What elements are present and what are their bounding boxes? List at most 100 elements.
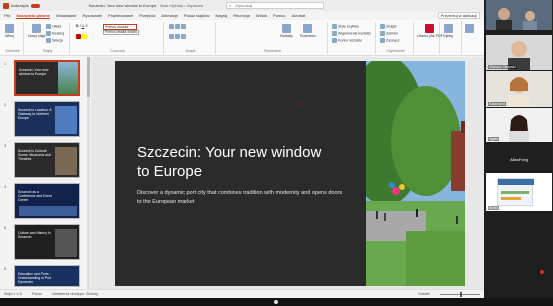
dictate-button[interactable]: Dyktuj (443, 24, 453, 38)
slide-title[interactable]: Szczecin: Your new window to Europe (137, 143, 337, 181)
thumb-map (55, 106, 77, 134)
tab-record[interactable]: Nagraj (215, 13, 227, 18)
slide-photo-park[interactable] (366, 61, 465, 286)
participant-name: Beata (488, 206, 500, 210)
tab-acrobat[interactable]: Acrobat (292, 13, 306, 18)
slide-subtitle[interactable]: Discover a dynamic port city that combin… (137, 189, 347, 207)
slide-thumbnail-6[interactable]: Education and Ports - Understanding of P… (14, 265, 80, 287)
shapes-icon (281, 24, 291, 33)
search-placeholder: Wyszukaj (235, 3, 253, 8)
file-name: Szczecin: Your new window to Europe (88, 3, 157, 8)
language-indicator[interactable]: Polski (32, 292, 42, 296)
select-label: Zaznacz (386, 38, 400, 43)
new-slide-icon (32, 24, 42, 33)
powerpoint-window: Autozapis Szczecin: Your new window to E… (0, 0, 484, 306)
tab-home[interactable]: Narzędzia główne (16, 13, 51, 19)
tab-design[interactable]: Projektowanie (108, 13, 133, 18)
arrange-button[interactable]: Rozmieść (300, 24, 316, 38)
accessibility-checker[interactable]: Ułatwienia dostępu: Zbadaj (52, 292, 98, 296)
shapes-gallery[interactable]: Kształty (280, 24, 293, 38)
slide-thumbnail-5[interactable]: Culture and History in Szczecin (14, 224, 80, 260)
paste-button[interactable]: Wklej (5, 24, 14, 38)
designer-icon (465, 24, 474, 33)
thumb-title: Szczecin's Cultural Scene: Museums and T… (18, 149, 51, 161)
participant-tile-5[interactable]: AllanFong (486, 143, 552, 173)
dictate-label: Dyktuj (443, 34, 453, 38)
present-button[interactable]: Prezentuj w aplikacji (437, 12, 480, 19)
highlight-icon (82, 34, 87, 39)
tab-help[interactable]: Pomoc (273, 13, 285, 18)
shape-fill-label: Wypełnienie kształtu (338, 31, 371, 36)
thumb-title: Szczecin: Your new window to Europe (19, 68, 49, 76)
thumb-photo (55, 147, 77, 175)
designer-button[interactable] (465, 24, 474, 34)
new-slide-button[interactable]: Nowy slajd (28, 24, 45, 38)
group-voice: Dyktuj (442, 22, 462, 54)
paste-label: Wklej (5, 34, 14, 38)
create-pdf-button[interactable]: Utwórz plik PDF (417, 24, 443, 38)
shape-fill-button[interactable]: Wypełnienie kształtu (332, 31, 371, 36)
thumb-photo (55, 229, 77, 257)
thumbnails-scrollbar[interactable] (87, 57, 90, 289)
quick-styles-label: Style szybkie (338, 24, 359, 29)
tab-animations[interactable]: Animacje (161, 13, 177, 18)
tab-file[interactable]: Plik (4, 13, 10, 18)
autosave-toggle[interactable] (30, 3, 40, 8)
notes-button[interactable]: Notatki (418, 292, 430, 296)
section-icon (46, 38, 51, 43)
group-editing-label: Edytowanie (386, 49, 405, 53)
tab-insert[interactable]: Wstawianie (56, 13, 76, 18)
arrange-label: Rozmieść (300, 34, 316, 38)
scrollbar-thumb[interactable] (87, 57, 90, 97)
tab-draw[interactable]: Rysowanie (82, 13, 102, 18)
participant-tile-1[interactable] (486, 0, 552, 30)
autosave-label: Autozapis (11, 3, 29, 8)
bullets-button[interactable] (169, 24, 187, 29)
slide-thumbnail-2[interactable]: Szczecin's Location: A Gateway to Northe… (14, 101, 80, 137)
zoom-slider[interactable] (440, 291, 480, 297)
reset-button[interactable]: Resetuj (46, 31, 64, 36)
reset-icon (46, 31, 51, 36)
current-slide[interactable]: Szczecin: Your new window to Europe Disc… (115, 61, 465, 286)
section-button[interactable]: Sekcja (46, 38, 63, 43)
select-icon (380, 38, 385, 43)
tab-slideshow[interactable]: Pokaz slajdów (184, 13, 210, 18)
find-button[interactable]: Znajdź (380, 24, 397, 29)
shape-outline-button[interactable]: Kontur kształtu (332, 38, 362, 43)
align-right-icon (181, 34, 186, 39)
shape-fill-icon (332, 31, 337, 36)
poster-band (501, 191, 529, 194)
thumb-number: 1 (4, 61, 7, 66)
tab-view[interactable]: Widok (256, 13, 267, 18)
tab-review[interactable]: Recenzja (233, 13, 250, 18)
slide-thumbnail-4[interactable]: Szczecin as a Conference and Event Cente… (14, 183, 80, 219)
slide-thumbnail-1[interactable]: Szczecin: Your new window to Europe (14, 60, 80, 96)
participant-tile-4[interactable]: Agata (486, 108, 552, 142)
search-input[interactable]: ⌕ Wyszukaj (226, 2, 324, 9)
participant-tile-3[interactable]: Katarzyna (486, 71, 552, 107)
microphone-icon (443, 24, 453, 33)
align-button[interactable] (169, 34, 187, 39)
layout-button[interactable]: Układ (46, 24, 61, 29)
replace-button[interactable]: Zamień (380, 31, 398, 36)
thumb-number: 5 (4, 225, 7, 230)
font-color-button[interactable] (76, 34, 88, 39)
group-font-label: Czcionka (110, 49, 125, 53)
participant-background-image (497, 178, 534, 206)
slide-thumbnail-3[interactable]: Szczecin's Cultural Scene: Museums and T… (14, 142, 80, 178)
participant-tile-2[interactable]: Mariusz Okupski (486, 35, 552, 70)
quick-styles-button[interactable]: Style szybkie (332, 24, 359, 29)
ribbon: Wklej Schowek Nowy slajd Układ Resetuj S… (0, 20, 484, 56)
shape-outline-icon (332, 38, 337, 43)
group-editing: Znajdź Zamień Zaznacz Edytowanie (378, 22, 414, 54)
bold-button[interactable]: B I U S (76, 24, 88, 28)
save-status[interactable]: Brak etykiety • Zapisano (160, 3, 203, 8)
replace-label: Zamień (386, 31, 398, 36)
mic-muted-icon[interactable] (540, 270, 544, 274)
quick-styles-icon (332, 24, 337, 29)
tab-transitions[interactable]: Przejścia (139, 13, 155, 18)
group-acrobat: Utwórz plik PDF (416, 22, 443, 54)
select-button[interactable]: Zaznacz (380, 38, 400, 43)
new-slide-label: Nowy slajd (28, 34, 46, 38)
group-paragraph-label: Akapit (185, 49, 196, 53)
